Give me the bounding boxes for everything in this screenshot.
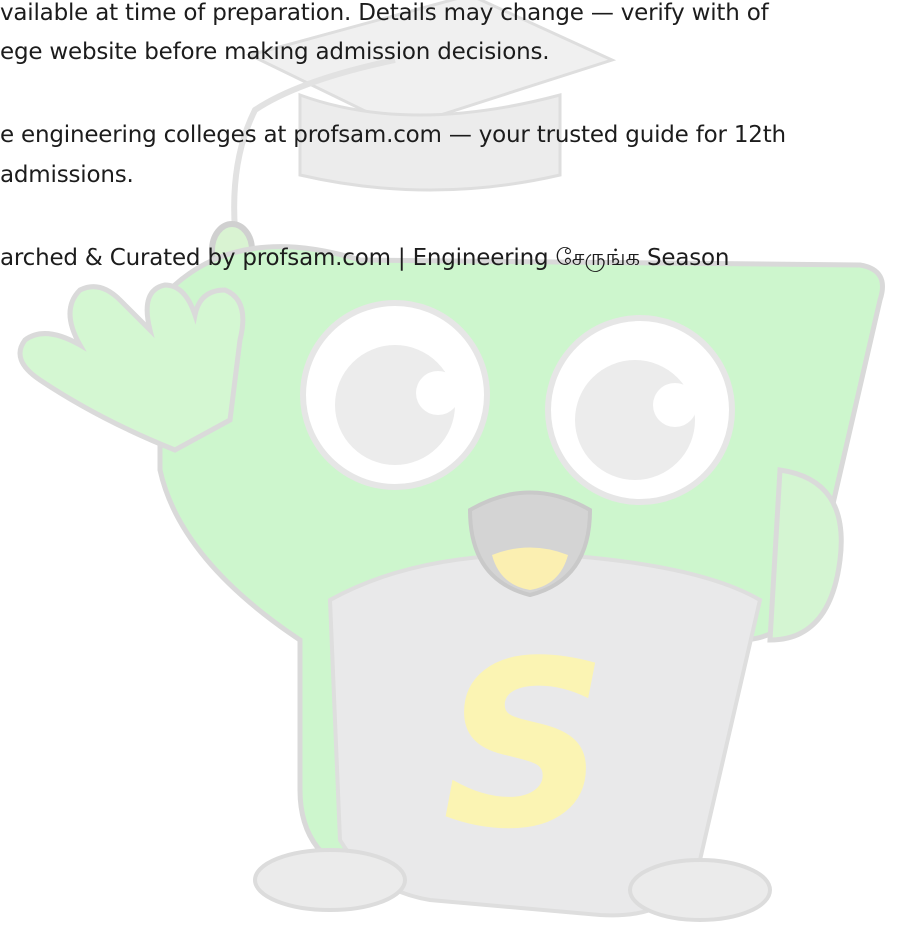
paragraph-2-line-1: e engineering colleges at profsam.com — …	[0, 122, 786, 148]
document-page: S vailable at time of preparation. Detai…	[0, 0, 912, 938]
paragraph-2-line-2: admissions.	[0, 162, 134, 188]
paragraph-1-line-1: vailable at time of preparation. Details…	[0, 0, 769, 26]
mascot-badge: S	[442, 613, 608, 880]
paragraph-3-line-1: arched & Curated by profsam.com | Engine…	[0, 245, 730, 271]
paragraph-1-line-2: ege website before making admission deci…	[0, 39, 550, 65]
badge-letter: S	[442, 613, 608, 880]
